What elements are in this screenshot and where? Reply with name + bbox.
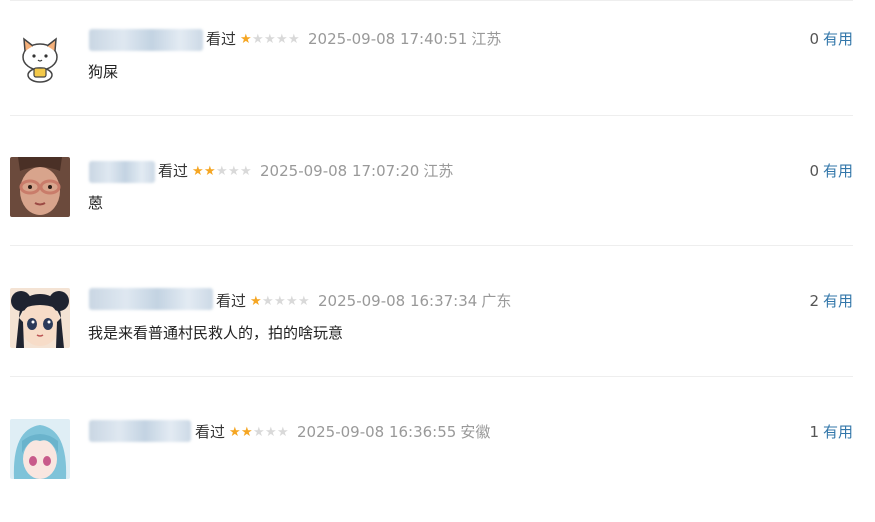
comment-time: 2025-09-08 17:07:20 xyxy=(260,162,420,180)
blurred-username[interactable] xyxy=(89,420,191,442)
star-filled-icon: ★ xyxy=(240,31,252,47)
star-empty-icon: ★ xyxy=(298,293,310,309)
avatar[interactable] xyxy=(10,157,70,217)
useful-count: 1 xyxy=(809,423,819,441)
comment-content: 我是来看普通村民救人的，拍的啥玩意 xyxy=(88,324,344,342)
comment-meta: 看过 ★ ★ ★ ★ ★ 2025-09-08 17:40:51 江苏 xyxy=(206,29,501,49)
rating-stars: ★ ★ ★ ★ ★ xyxy=(240,33,300,46)
star-empty-icon: ★ xyxy=(216,163,228,179)
useful-button[interactable]: 2 有用 xyxy=(809,291,853,311)
anime-girl-avatar-icon xyxy=(10,288,70,348)
comment-item: 看过 ★ ★ ★ ★ ★ 2025-09-08 16:37:34 广东 2 有用 我是来看… xyxy=(0,261,875,391)
watched-label: 看过 xyxy=(195,423,226,441)
star-filled-icon: ★ xyxy=(192,163,204,179)
star-empty-icon: ★ xyxy=(262,293,274,309)
useful-button[interactable]: 0 有用 xyxy=(809,29,853,49)
comment-item: 看过 ★ ★ ★ ★ ★ 2025-09-08 17:40:51 江苏 0 有用 狗屎 xyxy=(0,0,875,130)
comment-content: 狗屎 xyxy=(88,63,119,81)
comment-location: 江苏 xyxy=(471,30,502,48)
watched-label: 看过 xyxy=(158,162,189,180)
blurred-username[interactable] xyxy=(89,161,155,183)
star-filled-icon: ★ xyxy=(229,424,241,440)
rating-stars: ★ ★ ★ ★ ★ xyxy=(192,165,252,178)
cat-avatar-icon xyxy=(10,27,70,87)
comment-location: 江苏 xyxy=(423,162,454,180)
useful-count: 2 xyxy=(809,292,819,310)
comment-time: 2025-09-08 17:40:51 xyxy=(308,30,468,48)
star-empty-icon: ★ xyxy=(240,163,252,179)
star-empty-icon: ★ xyxy=(228,163,240,179)
avatar[interactable] xyxy=(10,419,70,479)
comment-content: 蒽 xyxy=(88,194,104,212)
rating-stars: ★ ★ ★ ★ ★ xyxy=(229,426,289,439)
comment-location: 广东 xyxy=(481,292,512,310)
comment-meta: 看过 ★ ★ ★ ★ ★ 2025-09-08 17:07:20 江苏 xyxy=(158,161,453,181)
blurred-username[interactable] xyxy=(89,29,203,51)
comment-item: 看过 ★ ★ ★ ★ ★ 2025-09-08 16:36:55 安徽 1 有用 xyxy=(0,392,875,522)
avatar[interactable] xyxy=(10,27,70,87)
blurred-username[interactable] xyxy=(89,288,213,310)
useful-count: 0 xyxy=(809,162,819,180)
comment-meta: 看过 ★ ★ ★ ★ ★ 2025-09-08 16:36:55 安徽 xyxy=(195,422,490,442)
comment-item: 看过 ★ ★ ★ ★ ★ 2025-09-08 17:07:20 江苏 0 有用 蒽 xyxy=(0,130,875,260)
comment-location: 安徽 xyxy=(460,423,491,441)
useful-button[interactable]: 0 有用 xyxy=(809,161,853,181)
comment-meta: 看过 ★ ★ ★ ★ ★ 2025-09-08 16:37:34 广东 xyxy=(216,291,511,311)
star-empty-icon: ★ xyxy=(286,293,298,309)
star-empty-icon: ★ xyxy=(277,424,289,440)
star-filled-icon: ★ xyxy=(204,163,216,179)
star-empty-icon: ★ xyxy=(276,31,288,47)
comment-time: 2025-09-08 16:37:34 xyxy=(318,292,478,310)
anime-bluehair-avatar-icon xyxy=(10,419,70,479)
rating-stars: ★ ★ ★ ★ ★ xyxy=(250,295,310,308)
star-empty-icon: ★ xyxy=(274,293,286,309)
watched-label: 看过 xyxy=(216,292,247,310)
avatar[interactable] xyxy=(10,288,70,348)
star-empty-icon: ★ xyxy=(265,424,277,440)
useful-label: 有用 xyxy=(822,30,853,48)
useful-label: 有用 xyxy=(822,292,853,310)
useful-button[interactable]: 1 有用 xyxy=(809,422,853,442)
star-filled-icon: ★ xyxy=(241,424,253,440)
useful-label: 有用 xyxy=(822,162,853,180)
star-empty-icon: ★ xyxy=(288,31,300,47)
star-filled-icon: ★ xyxy=(250,293,262,309)
face-photo-avatar-icon xyxy=(10,157,70,217)
star-empty-icon: ★ xyxy=(253,424,265,440)
star-empty-icon: ★ xyxy=(264,31,276,47)
watched-label: 看过 xyxy=(206,30,237,48)
useful-label: 有用 xyxy=(822,423,853,441)
useful-count: 0 xyxy=(809,30,819,48)
star-empty-icon: ★ xyxy=(252,31,264,47)
comment-time: 2025-09-08 16:36:55 xyxy=(297,423,457,441)
